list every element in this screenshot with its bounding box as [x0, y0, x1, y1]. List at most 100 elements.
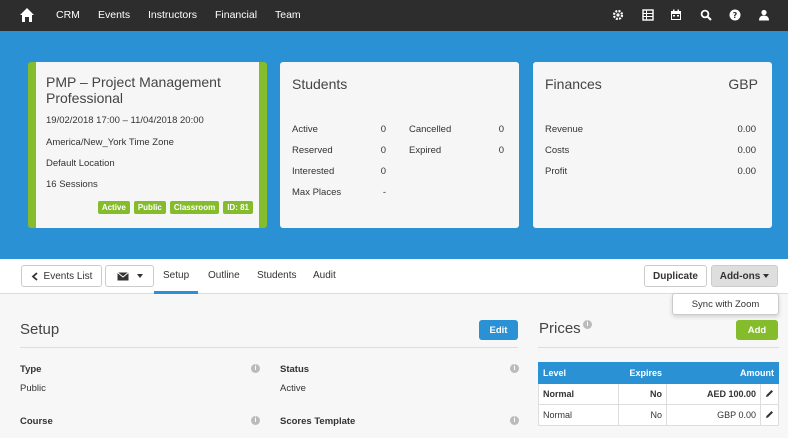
- format-badge: Classroom: [169, 201, 220, 214]
- addons-menu: Sync with Zoom: [672, 293, 779, 315]
- duplicate-label: Duplicate: [652, 270, 698, 282]
- edit-button[interactable]: Edit: [479, 320, 518, 340]
- stat-label: Costs: [545, 145, 570, 156]
- stat-value: -: [382, 187, 386, 198]
- visibility-badge: Public: [133, 201, 166, 214]
- events-list-label: Events List: [43, 270, 93, 282]
- duplicate-button[interactable]: Duplicate: [644, 265, 707, 287]
- pencil-icon: [766, 410, 773, 418]
- id-badge: ID: 81: [223, 201, 253, 214]
- calendar-icon[interactable]: [670, 9, 682, 21]
- addons-dropdown-button[interactable]: Add-ons: [711, 265, 778, 287]
- price-level: Normal: [538, 383, 619, 405]
- price-expires: No: [618, 404, 667, 426]
- stat-label: Cancelled: [409, 124, 452, 135]
- nav-team[interactable]: Team: [275, 9, 301, 21]
- stat-value: 0: [380, 124, 386, 135]
- search-icon[interactable]: [700, 9, 712, 21]
- help-icon[interactable]: ?: [729, 9, 741, 21]
- gear-icon[interactable]: [612, 9, 624, 21]
- caret-down-icon: [763, 274, 770, 278]
- stat-label: Max Places: [292, 187, 342, 198]
- stat-value: 0: [498, 145, 504, 156]
- table-header-row: Level Expires Amount: [538, 362, 779, 384]
- top-nav: CRM Events Instructors Financial Team ?: [0, 0, 788, 31]
- envelope-icon: [116, 271, 129, 280]
- event-card: PMP – Project Management Professional 19…: [28, 62, 267, 228]
- event-badges: Active Public Classroom ID: 81: [97, 201, 253, 214]
- column-header-expires: Expires: [618, 362, 667, 384]
- tab-students[interactable]: Students: [257, 270, 296, 281]
- table-row: Normal No GBP 0.00: [538, 404, 779, 426]
- nav-events[interactable]: Events: [98, 9, 130, 21]
- scores-template-label: Scores Template: [280, 416, 356, 427]
- divider: [538, 347, 779, 348]
- edit-price-button[interactable]: [760, 383, 779, 405]
- event-timezone: America/New_York Time Zone: [46, 137, 174, 148]
- stat-label: Interested: [292, 166, 335, 177]
- chevron-left-icon: [31, 271, 38, 281]
- event-sessions: 16 Sessions: [46, 179, 98, 190]
- column-header-amount: Amount: [666, 362, 779, 384]
- stat-label: Profit: [545, 166, 568, 177]
- stat-label: Reserved: [292, 145, 333, 156]
- stat-value: 0.00: [737, 124, 757, 135]
- info-icon[interactable]: i: [251, 364, 260, 373]
- stat-value: 0: [380, 145, 386, 156]
- table-icon[interactable]: [642, 9, 654, 21]
- status-badge: Active: [97, 201, 130, 214]
- status-value: Active: [280, 383, 306, 394]
- tab-bar: Events List Setup Outline Students Audit…: [0, 259, 788, 294]
- type-label: Type: [20, 364, 42, 375]
- events-list-button[interactable]: Events List: [21, 265, 102, 287]
- menu-item-sync-zoom[interactable]: Sync with Zoom: [692, 299, 760, 310]
- info-icon[interactable]: i: [583, 320, 592, 329]
- caret-down-icon: [136, 274, 143, 278]
- stat-value: 0.00: [737, 166, 757, 177]
- addons-label: Add-ons: [719, 270, 761, 282]
- table-row: Normal No AED 100.00: [538, 383, 779, 405]
- finances-currency: GBP: [728, 76, 758, 92]
- column-header-level: Level: [538, 362, 619, 384]
- students-card: Students Active 0 Reserved 0 Interested …: [280, 62, 519, 228]
- event-location: Default Location: [46, 158, 115, 169]
- divider: [20, 347, 518, 348]
- setup-title: Setup: [20, 321, 60, 338]
- user-icon[interactable]: [758, 9, 770, 21]
- stat-label: Revenue: [545, 124, 584, 135]
- add-price-button[interactable]: Add: [736, 320, 778, 340]
- nav-financial[interactable]: Financial: [215, 9, 257, 21]
- edit-price-button[interactable]: [760, 404, 779, 426]
- email-dropdown-button[interactable]: [105, 265, 154, 287]
- stat-value: 0.00: [737, 145, 757, 156]
- add-label: Add: [747, 324, 767, 336]
- price-amount: GBP 0.00: [666, 404, 761, 426]
- tab-setup[interactable]: Setup: [163, 270, 189, 281]
- event-title: PMP – Project Management Professional: [46, 74, 221, 106]
- info-icon[interactable]: i: [510, 364, 519, 373]
- tab-audit[interactable]: Audit: [313, 270, 336, 281]
- course-label: Course: [20, 416, 53, 427]
- students-title: Students: [292, 76, 348, 92]
- nav-instructors[interactable]: Instructors: [148, 9, 197, 21]
- stat-value: 0: [380, 166, 386, 177]
- info-icon[interactable]: i: [251, 416, 260, 425]
- nav-crm[interactable]: CRM: [56, 9, 80, 21]
- edit-label: Edit: [489, 324, 508, 336]
- finances-card: Finances GBP Revenue 0.00 Costs 0.00 Pro…: [533, 62, 772, 228]
- stat-label: Expired: [409, 145, 442, 156]
- event-dates: 19/02/2018 17:00 – 11/04/2018 20:00: [46, 115, 204, 126]
- status-label: Status: [280, 364, 310, 375]
- tab-outline[interactable]: Outline: [208, 270, 240, 281]
- active-tab-indicator: [154, 291, 198, 294]
- prices-title: Prices: [539, 320, 581, 337]
- home-icon[interactable]: [19, 7, 35, 23]
- finances-title: Finances: [545, 76, 602, 92]
- type-value: Public: [20, 383, 46, 394]
- price-expires: No: [618, 383, 667, 405]
- pencil-icon: [766, 389, 773, 397]
- stat-value: 0: [498, 124, 504, 135]
- info-icon[interactable]: i: [510, 416, 519, 425]
- prices-table: Level Expires Amount Normal No AED 100.0…: [538, 362, 779, 426]
- stat-label: Active: [292, 124, 318, 135]
